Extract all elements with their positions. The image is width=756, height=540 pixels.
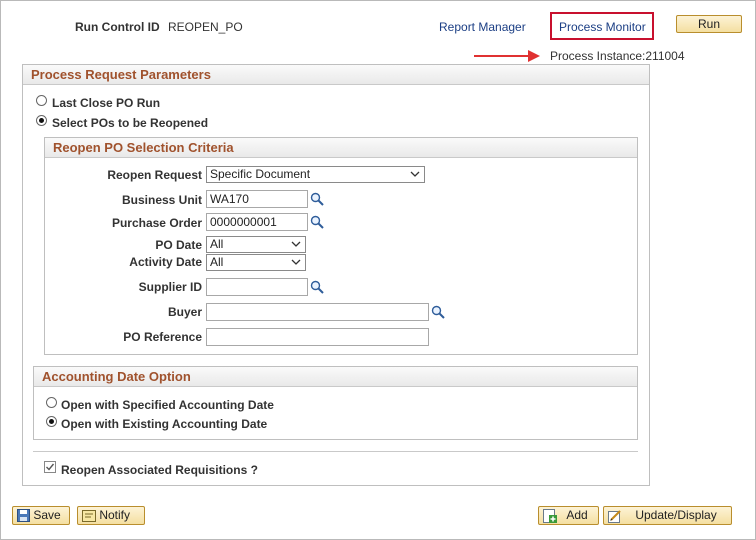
purchase-order-input[interactable]: 0000000001 [206, 213, 308, 231]
selection-criteria-title: Reopen PO Selection Criteria [45, 138, 637, 158]
supplier-id-lookup-icon[interactable] [310, 280, 324, 294]
business-unit-lookup-icon[interactable] [310, 192, 324, 206]
activity-date-value: All [210, 255, 224, 269]
reopen-requisitions-checkbox[interactable] [44, 461, 56, 473]
last-close-po-run-label: Last Close PO Run [52, 96, 161, 110]
pointer-arrow-icon [474, 50, 540, 62]
business-unit-label: Business Unit [121, 193, 202, 207]
supplier-id-label: Supplier ID [138, 280, 202, 294]
process-request-parameters-title: Process Request Parameters [23, 65, 649, 85]
run-button[interactable]: Run [676, 15, 742, 33]
last-close-po-run-radio[interactable] [36, 95, 47, 106]
specified-accounting-date-option[interactable] [46, 397, 57, 411]
checkmark-icon [46, 463, 55, 471]
chevron-down-icon [291, 259, 301, 265]
reopen-requisitions-label: Reopen Associated Requisitions ? [61, 463, 258, 477]
report-manager-link[interactable]: Report Manager [439, 20, 526, 34]
buyer-label: Buyer [167, 305, 202, 319]
po-date-label: PO Date [155, 238, 202, 252]
po-date-select[interactable]: All [206, 236, 306, 253]
activity-date-label: Activity Date [129, 255, 202, 269]
purchase-order-lookup-icon[interactable] [310, 215, 324, 229]
save-button[interactable]: Save [12, 506, 70, 525]
select-pos-label: Select POs to be Reopened [52, 116, 209, 130]
reopen-request-select[interactable]: Specific Document [206, 166, 425, 183]
specified-accounting-date-radio[interactable] [46, 397, 57, 408]
update-display-icon [608, 510, 621, 523]
po-reference-input[interactable] [206, 328, 429, 346]
purchase-order-label: Purchase Order [111, 216, 202, 230]
add-label: Add [566, 508, 588, 522]
divider [33, 451, 638, 452]
existing-accounting-date-option[interactable] [46, 416, 57, 430]
po-date-value: All [210, 237, 224, 251]
add-button[interactable]: Add [538, 506, 599, 525]
chevron-down-icon [410, 171, 420, 177]
supplier-id-input[interactable] [206, 278, 308, 296]
update-display-button[interactable]: Update/Display [603, 506, 732, 525]
run-control-value: REOPEN_PO [168, 20, 243, 34]
existing-accounting-date-radio[interactable] [46, 416, 57, 427]
process-instance: Process Instance:211004 [550, 49, 685, 63]
run-control-label: Run Control ID [75, 20, 160, 34]
po-reference-label: PO Reference [123, 330, 202, 344]
save-label: Save [33, 508, 61, 522]
select-pos-radio[interactable] [36, 115, 47, 126]
notify-label: Notify [99, 508, 131, 522]
buyer-lookup-icon[interactable] [431, 305, 445, 319]
last-close-po-run-option[interactable] [36, 95, 47, 109]
add-icon [543, 508, 557, 523]
save-icon [17, 509, 30, 523]
existing-accounting-date-label: Open with Existing Accounting Date [61, 417, 268, 431]
specified-accounting-date-label: Open with Specified Accounting Date [61, 398, 274, 412]
accounting-date-option-title: Accounting Date Option [34, 367, 637, 387]
notify-button[interactable]: Notify [77, 506, 145, 525]
buyer-input[interactable] [206, 303, 429, 321]
notify-icon [82, 509, 96, 522]
reopen-request-label: Reopen Request [107, 168, 202, 182]
select-pos-option[interactable] [36, 115, 47, 129]
process-monitor-link[interactable]: Process Monitor [559, 20, 646, 34]
business-unit-input[interactable]: WA170 [206, 190, 308, 208]
activity-date-select[interactable]: All [206, 254, 306, 271]
reopen-request-value: Specific Document [210, 167, 311, 181]
update-display-label: Update/Display [635, 508, 717, 522]
chevron-down-icon [291, 241, 301, 247]
